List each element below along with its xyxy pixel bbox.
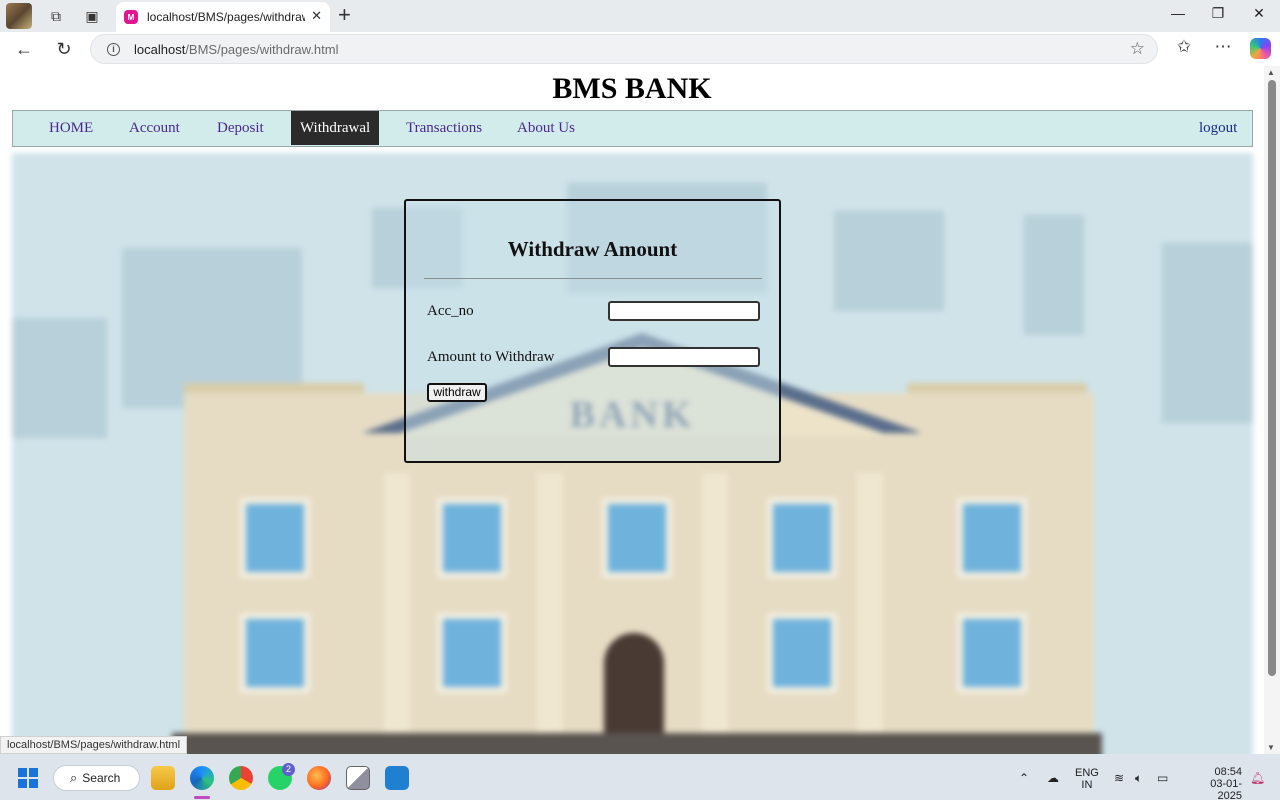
more-menu-icon[interactable]: ⋯ [1211, 37, 1235, 57]
show-hidden-icons-icon[interactable]: ⌃ [1019, 771, 1029, 785]
tab-title: localhost/BMS/pages/withdraw.ht [147, 10, 305, 24]
file-explorer-icon[interactable] [151, 766, 175, 790]
active-app-indicator [194, 796, 210, 799]
url-path: /BMS/pages/withdraw.html [185, 41, 339, 57]
battery-icon[interactable]: ▭ [1157, 771, 1168, 785]
site-info-icon[interactable]: i [107, 42, 120, 56]
nav-transactions[interactable]: Transactions [397, 111, 491, 145]
volume-icon[interactable]: 🔈︎ [1135, 771, 1142, 786]
form-divider [424, 278, 762, 279]
edge-browser-icon[interactable] [190, 766, 214, 790]
snipping-tool-icon[interactable] [346, 766, 370, 790]
firefox-icon[interactable] [307, 766, 331, 790]
scroll-up-icon[interactable]: ▲ [1267, 68, 1275, 77]
workspaces-icon[interactable]: ⧉ [44, 4, 68, 28]
url-text: localhost/BMS/pages/withdraw.html [134, 42, 339, 57]
url-host: localhost [134, 41, 186, 57]
windows-start-icon[interactable] [18, 768, 38, 788]
address-bar[interactable]: i localhost/BMS/pages/withdraw.html ☆ [90, 34, 1158, 64]
scroll-down-icon[interactable]: ▼ [1267, 743, 1275, 752]
cloud-offline-icon[interactable]: ☁ [1047, 771, 1059, 785]
acc-no-input[interactable] [608, 301, 760, 321]
browser-tab-bar: ⧉ ▣ M localhost/BMS/pages/withdraw.ht ✕ … [0, 0, 1280, 32]
amount-label: Amount to Withdraw [427, 349, 555, 365]
region-code: IN [1081, 779, 1093, 791]
language-code: ENG [1075, 767, 1099, 779]
form-title: Withdraw Amount [507, 237, 678, 261]
back-arrow-icon[interactable]: ← [12, 37, 36, 61]
new-tab-icon[interactable]: + [338, 2, 351, 28]
browser-tab-active[interactable]: M localhost/BMS/pages/withdraw.ht ✕ [116, 2, 330, 32]
chrome-icon[interactable] [229, 766, 253, 790]
close-window-icon[interactable]: ✕ [1244, 5, 1274, 22]
browser-toolbar: ← ↻ i localhost/BMS/pages/withdraw.html … [0, 32, 1280, 66]
language-indicator[interactable]: ENG IN [1075, 767, 1099, 791]
profile-avatar-icon[interactable] [6, 3, 32, 29]
main-navbar: HOME Account Deposit Withdrawal Transact… [12, 110, 1253, 147]
page-scrollbar[interactable]: ▲ ▼ [1264, 66, 1280, 754]
copilot-icon[interactable] [1250, 38, 1271, 59]
nav-account[interactable]: Account [120, 111, 189, 145]
favorites-icon[interactable]: ✩ [1172, 37, 1196, 57]
page-viewport: BMS BANK HOME Account Deposit Withdrawal… [0, 66, 1264, 754]
status-bar-url: localhost/BMS/pages/withdraw.html [0, 736, 188, 754]
acc-no-label: Acc_no [427, 303, 474, 319]
whatsapp-badge: 2 [282, 763, 295, 776]
clock-date: 03-01-2025 [1210, 778, 1242, 800]
withdraw-button[interactable]: withdraw [427, 383, 487, 402]
site-title: BMS BANK [552, 72, 712, 105]
taskbar-search[interactable]: ⌕ Search [53, 765, 140, 791]
clock-time: 08:54 [1214, 766, 1242, 778]
withdraw-form-card: Withdraw Amount Acc_no Amount to Withdra… [404, 199, 781, 463]
nav-home[interactable]: HOME [40, 111, 102, 145]
site-favicon-icon: M [124, 10, 138, 24]
nav-deposit[interactable]: Deposit [208, 111, 273, 145]
search-icon: ⌕ [70, 770, 78, 785]
reload-icon[interactable]: ↻ [52, 37, 76, 61]
scroll-thumb[interactable] [1268, 80, 1276, 676]
nav-withdrawal[interactable]: Withdrawal [291, 111, 380, 145]
vscode-icon[interactable] [385, 766, 409, 790]
minimize-icon[interactable]: — [1163, 5, 1193, 21]
logout-link[interactable]: logout [1190, 111, 1246, 145]
notification-bell-icon[interactable]: 🔔︎ [1250, 771, 1265, 785]
search-label: Search [82, 771, 121, 785]
wifi-icon[interactable]: ≋ [1114, 771, 1124, 785]
clock[interactable]: 08:54 03-01-2025 [1186, 766, 1242, 800]
vertical-tabs-icon[interactable]: ▣ [80, 4, 104, 28]
amount-input[interactable] [608, 347, 760, 367]
nav-about-us[interactable]: About Us [508, 111, 584, 145]
favorite-star-icon[interactable]: ☆ [1130, 39, 1145, 59]
restore-icon[interactable]: ❐ [1203, 5, 1233, 22]
tab-close-icon[interactable]: ✕ [311, 8, 322, 24]
windows-taskbar: ⌕ Search 2 ⌃ ☁ ENG IN ≋ 🔈︎ ▭ 08:54 03-01… [0, 754, 1280, 800]
